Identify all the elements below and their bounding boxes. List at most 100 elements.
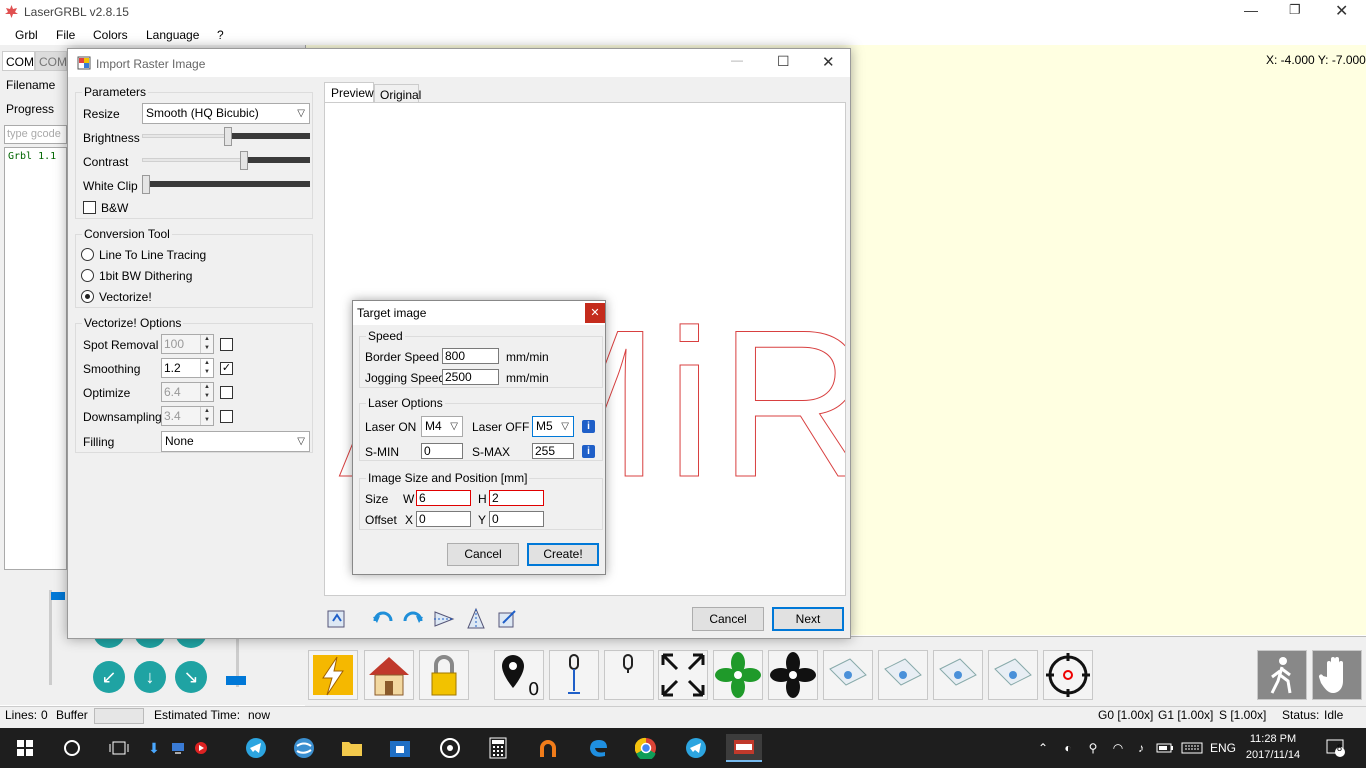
menu-colors[interactable]: Colors [93, 28, 128, 42]
fan-on-button[interactable] [713, 650, 763, 700]
vectorize-radio[interactable] [81, 290, 94, 303]
abort-button[interactable] [1312, 650, 1362, 700]
contrast-slider[interactable] [142, 151, 310, 171]
slider-thumb[interactable] [224, 127, 232, 146]
create-button[interactable]: Create! [527, 543, 599, 566]
whiteclip-slider[interactable] [142, 175, 310, 195]
set-zero-button[interactable]: 0 [494, 650, 544, 700]
telegram-app[interactable] [240, 734, 272, 762]
tray-wifi-icon[interactable]: ◠ [1110, 734, 1126, 762]
custom-button-4[interactable] [988, 650, 1038, 700]
flip-vertical-button[interactable] [464, 607, 488, 631]
height-input[interactable]: 2 [489, 490, 544, 506]
chrome-app[interactable] [630, 734, 662, 762]
width-input[interactable]: 6 [416, 490, 471, 506]
s-override[interactable]: S [1.00x] [1219, 708, 1266, 722]
jog-down-button[interactable]: ↓ [134, 661, 166, 693]
optimize-input[interactable]: 6.4 ▲ ▼ [161, 382, 214, 402]
slider-thumb[interactable] [240, 151, 248, 170]
tab-original[interactable]: Original [374, 84, 421, 103]
jog-down-left-button[interactable]: ↙ [93, 661, 125, 693]
rotate-ccw-button[interactable] [371, 607, 395, 631]
probe-z-button[interactable] [549, 650, 599, 700]
lightning-button[interactable] [308, 650, 358, 700]
import-maximize-button[interactable]: ☐ [777, 53, 790, 70]
target-cancel-button[interactable]: Cancel [447, 543, 519, 566]
menu-help[interactable]: ? [217, 28, 224, 42]
menu-grbl[interactable]: Grbl [15, 28, 38, 42]
g1-override[interactable]: G1 [1.00x] [1158, 708, 1213, 722]
browser-app[interactable] [288, 734, 320, 762]
probe-xy-button[interactable] [604, 650, 654, 700]
import-close-button[interactable]: ✕ [822, 53, 835, 71]
focus-button[interactable] [1043, 650, 1093, 700]
notification-center-button[interactable]: 8 [1322, 734, 1350, 762]
restore-button[interactable]: ❐ [1289, 2, 1301, 18]
custom-button-1[interactable] [823, 650, 873, 700]
show-hidden-icons[interactable]: ⌃ [1035, 734, 1051, 762]
fan-off-button[interactable] [768, 650, 818, 700]
jogging-speed-input[interactable]: 2500 [442, 369, 499, 385]
laser-on-select[interactable]: M4 ▽ [421, 416, 463, 437]
task-view-button[interactable] [104, 734, 134, 762]
tray-keyboard-icon[interactable] [1180, 734, 1204, 762]
smax-input[interactable]: 255 [532, 443, 574, 459]
downsampling-checkbox[interactable] [220, 410, 233, 423]
optimize-checkbox[interactable] [220, 386, 233, 399]
border-speed-input[interactable]: 800 [442, 348, 499, 364]
start-button[interactable] [10, 734, 40, 762]
offset-x-input[interactable]: 0 [416, 511, 471, 527]
store-app[interactable] [384, 734, 416, 762]
g0-override[interactable]: G0 [1.00x] [1098, 708, 1153, 722]
tray-volume-icon[interactable]: ♪ [1133, 734, 1149, 762]
tab-com3[interactable]: COM3 [35, 51, 67, 71]
clock[interactable]: 11:28 PM 2017/11/14 [1244, 731, 1302, 765]
filling-select[interactable]: None ▽ [161, 431, 310, 452]
smoothing-input[interactable]: 1.2 ▲ ▼ [161, 358, 214, 378]
downsampling-input[interactable]: 3.4 ▲ ▼ [161, 406, 214, 426]
close-button[interactable]: ✕ [1335, 1, 1348, 21]
tray-network-adapter-icon[interactable]: ⚲ [1085, 734, 1101, 762]
resume-button[interactable] [1257, 650, 1307, 700]
menu-file[interactable]: File [56, 28, 75, 42]
vpn-app[interactable] [532, 734, 564, 762]
tray-battery-icon[interactable] [1156, 734, 1174, 762]
dithering-radio[interactable] [81, 269, 94, 282]
flip-horizontal-button[interactable] [432, 607, 456, 631]
spot-removal-checkbox[interactable] [220, 338, 233, 351]
tab-preview[interactable]: Preview [324, 82, 374, 103]
spinner-arrows-icon[interactable]: ▲ ▼ [200, 407, 213, 425]
brightness-slider[interactable] [142, 127, 310, 147]
tray-media-icon[interactable] [193, 734, 209, 762]
speed-slider-thumb[interactable] [51, 592, 65, 600]
resize-select[interactable]: Smooth (HQ Bicubic) ▽ [142, 103, 310, 124]
calculator-app[interactable] [482, 734, 514, 762]
tray-download-icon[interactable]: ⬇ [146, 734, 162, 762]
import-minimize-button[interactable]: — [731, 53, 743, 67]
media-player-app[interactable] [434, 734, 466, 762]
spot-removal-input[interactable]: 100 ▲ ▼ [161, 334, 214, 354]
jog-down-right-button[interactable]: ↘ [175, 661, 207, 693]
smoothing-checkbox[interactable]: ✓ [220, 362, 233, 375]
spinner-arrows-icon[interactable]: ▲ ▼ [200, 359, 213, 377]
menu-language[interactable]: Language [146, 28, 199, 42]
custom-button-3[interactable] [933, 650, 983, 700]
language-indicator[interactable]: ENG [1208, 734, 1238, 762]
slider-thumb[interactable] [142, 175, 150, 194]
home-button[interactable] [364, 650, 414, 700]
spinner-arrows-icon[interactable]: ▲ ▼ [200, 335, 213, 353]
laser-off-select[interactable]: M5 ▽ [532, 416, 574, 437]
telegram-app-2[interactable] [680, 734, 712, 762]
speed-slider[interactable] [46, 590, 66, 685]
tray-cpu-icon[interactable]: ◐ [1060, 734, 1076, 762]
edge-app[interactable] [582, 734, 614, 762]
minimize-button[interactable]: — [1244, 2, 1258, 18]
tab-com[interactable]: COM [2, 51, 35, 71]
offset-y-input[interactable]: 0 [489, 511, 544, 527]
search-button[interactable] [57, 734, 87, 762]
lasergrbl-app[interactable] [726, 734, 762, 762]
tray-pc-icon[interactable] [170, 734, 186, 762]
rotate-cw-button[interactable] [401, 607, 425, 631]
gcode-input[interactable]: type gcode [4, 125, 67, 144]
power-info-icon[interactable]: i [582, 445, 595, 458]
